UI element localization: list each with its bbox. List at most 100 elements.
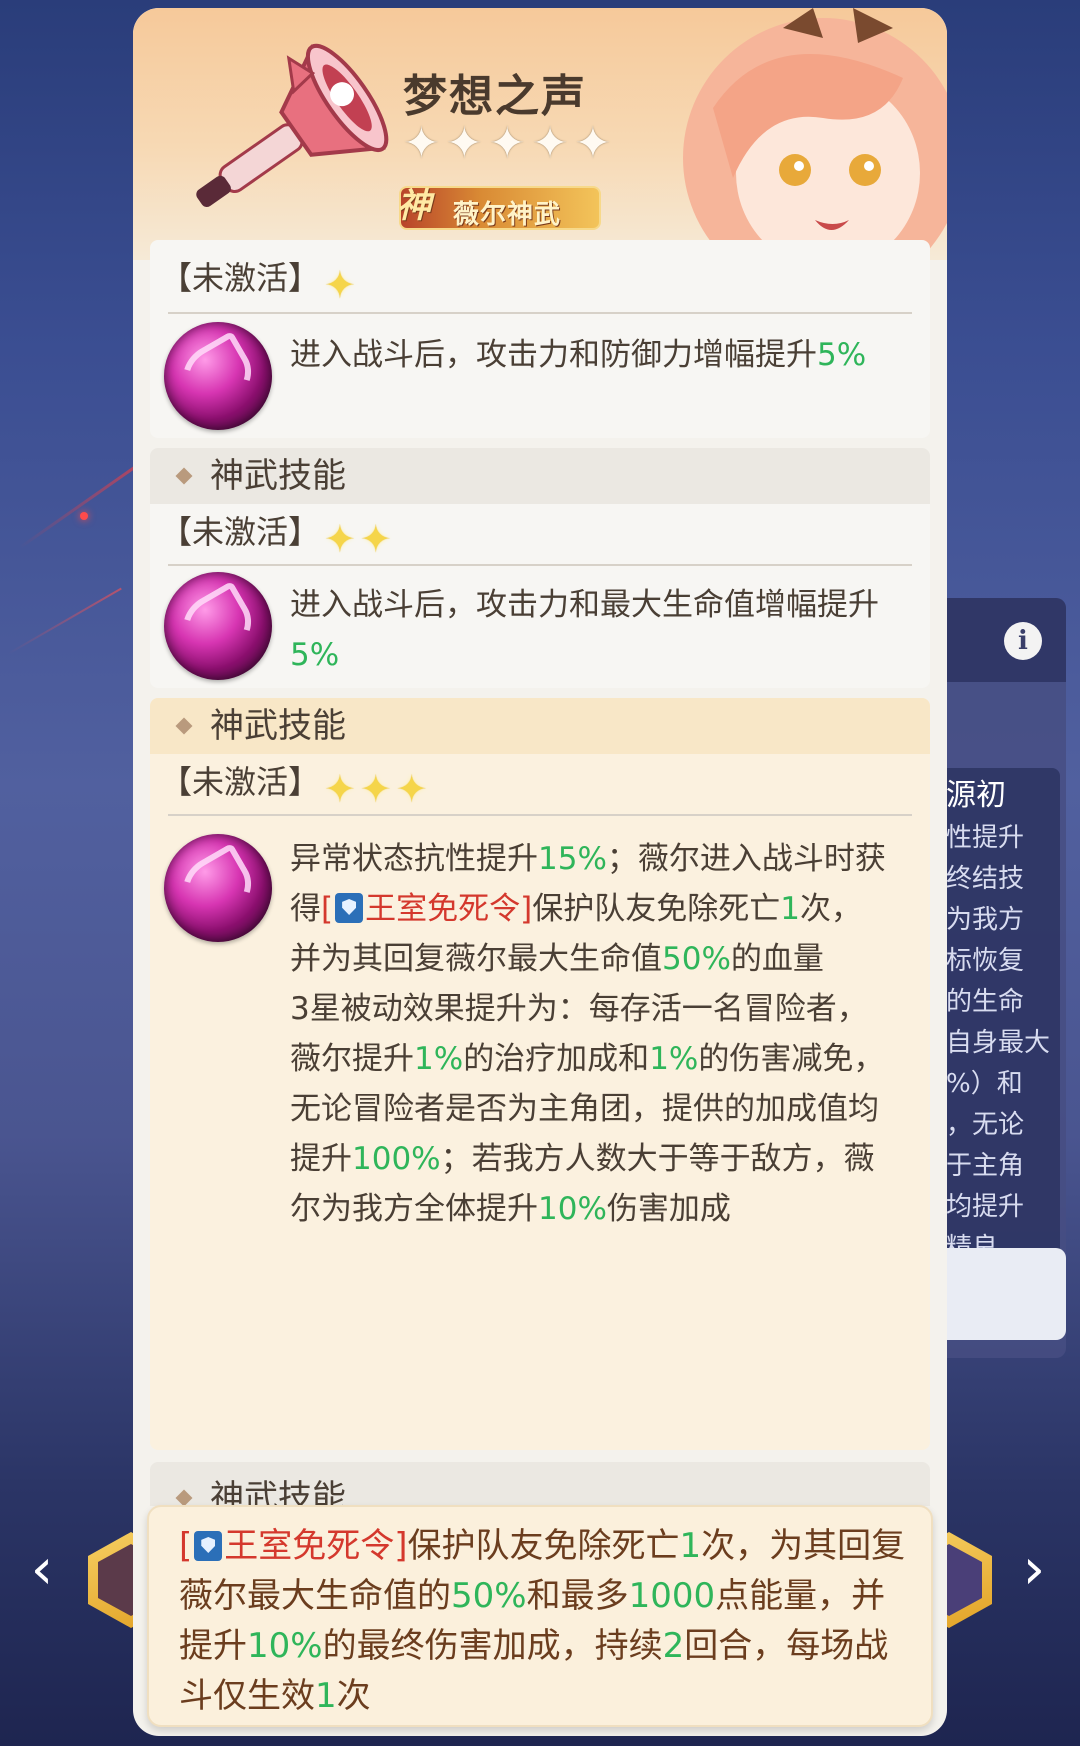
value-highlight: 1 (315, 1676, 337, 1716)
description-text: 保护队友免除死亡 (532, 891, 781, 927)
weapon-detail-card: 梦想之声 ✦ ✦ ✦ ✦ ✦ 神 薇尔神武 【未激活】 ✦ 进入战斗后，攻击力和防御力增幅… (133, 8, 947, 1736)
weapon-header: 梦想之声 ✦ ✦ ✦ ✦ ✦ 神 薇尔神武 (133, 8, 947, 260)
shield-icon (335, 893, 364, 923)
buff-tooltip: [王室免死令]保护队友免除死亡1次，为其回复薇尔最大生命值的50%和最多1000… (147, 1505, 933, 1727)
status-label: 【未激活】 (160, 259, 321, 297)
character-portrait (683, 8, 947, 260)
skill-description: 进入战斗后，攻击力和防御力增幅提升5% (290, 330, 890, 380)
skill-section-2: 神武技能 【未激活】 ✦ ✦ 进入战斗后，攻击力和最大生命值增幅提升5% (150, 448, 930, 688)
sparkle-star-icon: ✦ (324, 262, 356, 307)
side-panel-lines: 性提升终结技为我方标恢复的生命自身最大%）和，无论于主角均提升精良 (946, 818, 1054, 1269)
shield-icon (194, 1531, 223, 1561)
activation-stars: ✦ (320, 265, 356, 305)
star-icon: ✦ (403, 118, 440, 169)
description-text: 进入战斗后，攻击力和防御力增幅提升 (290, 337, 817, 373)
skill-orb-icon (164, 834, 272, 942)
description-text: 的血量 (730, 941, 824, 977)
side-panel-line: 于主角 (946, 1151, 1025, 1181)
background-streak (8, 587, 122, 655)
value-highlight: 10% (247, 1626, 323, 1666)
badge-prefix: 神 (397, 186, 431, 226)
divider (168, 814, 912, 816)
value-highlight: 5% (290, 637, 340, 673)
skill-title: 神武技能 (210, 1478, 346, 1506)
value-highlight: 2 (662, 1626, 685, 1666)
star-icon: ✦ (574, 118, 612, 169)
info-icon[interactable]: i (1004, 622, 1042, 660)
skill-title: 神武技能 (210, 456, 346, 496)
star-icon: ✦ (445, 118, 483, 169)
star-icon: ✦ (488, 118, 526, 169)
previous-arrow-icon[interactable]: ‹ (22, 1542, 62, 1598)
divider (168, 564, 912, 566)
skill-section-4-peek: 神武技能 (150, 1462, 930, 1506)
skill-title: 神武技能 (210, 706, 346, 746)
status-row: 【未激活】 ✦ ✦ (150, 504, 930, 560)
description-text: 次 (336, 1676, 371, 1716)
side-panel-line: 均提升 (946, 1192, 1025, 1222)
skill-section-3: 神武技能 【未激活】 ✦ ✦ ✦ 异常状态抗性提升15%；薇尔进入战斗时获得[王室免死… (150, 698, 930, 1450)
value-highlight: 1% (414, 1041, 464, 1077)
sparkle-star-icon: ✦ (359, 766, 392, 811)
weapon-title: 梦想之声 (403, 71, 587, 122)
star-icon: ✦ (531, 118, 569, 169)
skill-header: 神武技能 (150, 698, 930, 754)
sparkle-star-icon: ✦ (324, 516, 356, 561)
skill-section-1: 【未激活】 ✦ 进入战斗后，攻击力和防御力增幅提升5% (150, 240, 930, 438)
activation-stars: ✦ ✦ ✦ (320, 769, 428, 809)
side-panel-title: 源初 (946, 778, 1006, 813)
value-highlight: 50% (451, 1576, 527, 1616)
weapon-type-badge: 神 薇尔神武 (397, 186, 601, 230)
diamond-bullet-icon (175, 467, 193, 485)
value-highlight: 1 (780, 891, 800, 927)
side-panel-line: 标恢复 (946, 946, 1025, 976)
skill-header: 神武技能 (150, 448, 930, 504)
side-panel-line: 性提升 (946, 823, 1025, 853)
side-panel-line: 为我方 (946, 905, 1025, 935)
value-highlight: 10% (538, 1191, 607, 1227)
divider (168, 312, 912, 314)
buff-name: [ (179, 1526, 193, 1566)
buff-name: 王室免死令] (224, 1526, 408, 1566)
badge-label: 薇尔神武 (453, 200, 562, 230)
description-text: 和最多 (526, 1576, 629, 1616)
value-highlight: 1000 (628, 1576, 716, 1616)
status-row: 【未激活】 ✦ (150, 250, 930, 306)
sparkle-star-icon: ✦ (395, 766, 428, 811)
description-text: 进入战斗后，攻击力和最大生命值增幅提升 (290, 587, 879, 623)
description-text: 保护队友免除死亡 (407, 1526, 680, 1566)
description-text: 异常状态抗性提升 (290, 841, 538, 877)
value-highlight: 5% (817, 337, 867, 373)
background-spark (80, 512, 88, 520)
value-highlight: 15% (538, 841, 607, 877)
buff-name: [ (321, 891, 334, 927)
side-panel-line: %）和 (946, 1069, 1023, 1099)
sparkle-star-icon: ✦ (324, 766, 356, 811)
status-label: 【未激活】 (160, 763, 321, 801)
side-panel-line: ，无论 (946, 1110, 1025, 1140)
skill-description: 异常状态抗性提升15%；薇尔进入战斗时获得[王室免死令]保护队友免除死亡1次，并… (290, 834, 890, 1234)
buff-name: 王室免死令] (365, 891, 533, 927)
diamond-bullet-icon (175, 1489, 193, 1506)
activation-stars: ✦ ✦ (320, 519, 392, 559)
side-panel-line: 的生命 (946, 987, 1025, 1017)
description-text: 伤害加成 (606, 1191, 731, 1227)
weapon-star-rating: ✦ ✦ ✦ ✦ ✦ (403, 122, 611, 166)
value-highlight: 50% (662, 941, 731, 977)
side-panel-line: 自身最大 (946, 1028, 1051, 1058)
description-text: 的治疗加成和 (463, 1041, 650, 1077)
sparkle-star-icon: ✦ (359, 516, 392, 561)
skill-orb-icon (164, 322, 272, 430)
description-text: 的最终伤害加成，持续 (322, 1626, 663, 1666)
skill-orb-icon (164, 572, 272, 680)
megaphone-weapon-icon (196, 43, 389, 208)
value-highlight: 1 (679, 1526, 702, 1566)
status-label: 【未激活】 (160, 513, 321, 551)
side-panel-line: 终结技 (946, 864, 1025, 894)
next-arrow-icon[interactable]: › (1014, 1542, 1054, 1598)
value-highlight: 100% (352, 1141, 441, 1177)
value-highlight: 1% (649, 1041, 699, 1077)
diamond-bullet-icon (175, 717, 193, 735)
status-row: 【未激活】 ✦ ✦ ✦ (150, 754, 930, 810)
skill-description: 进入战斗后，攻击力和最大生命值增幅提升 5% (290, 580, 890, 680)
